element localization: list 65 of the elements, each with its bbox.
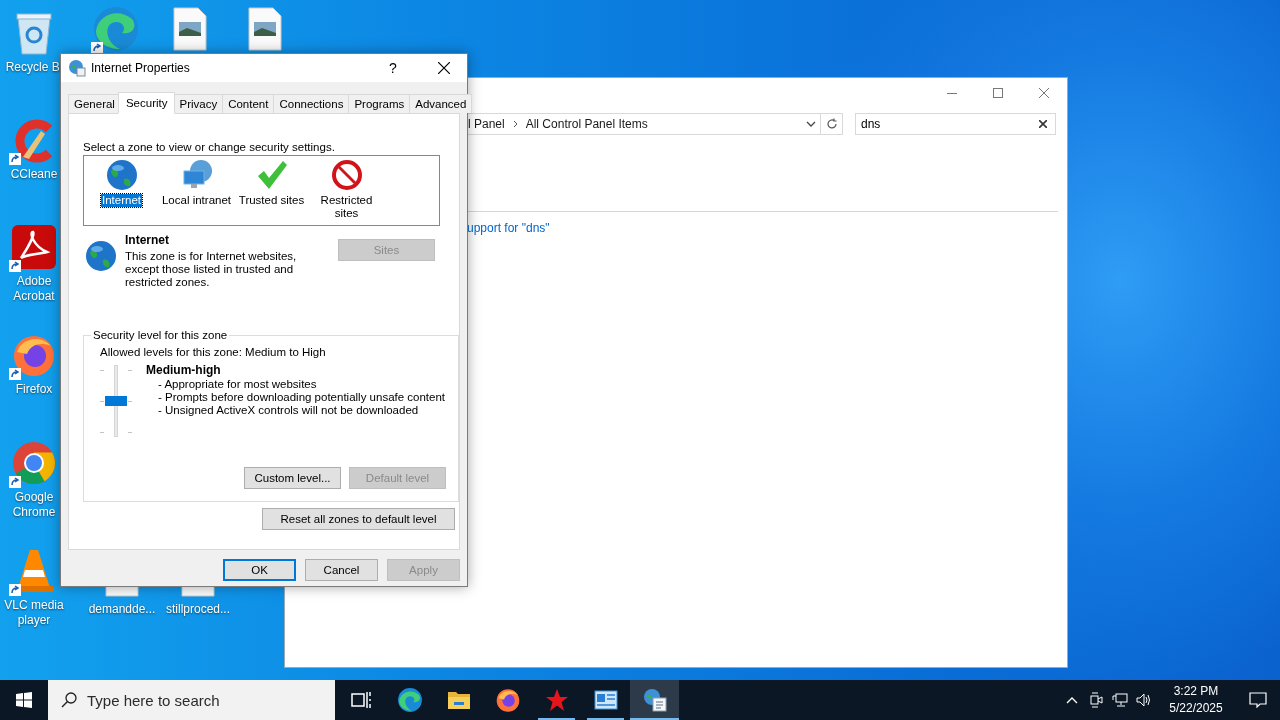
level-description: - Unsigned ActiveX controls will not be downloaded [157, 404, 420, 417]
network-icon [1112, 693, 1128, 707]
desktop-icon-label[interactable]: Recycle Bi [5, 60, 63, 75]
refresh-icon [825, 118, 838, 130]
tab[interactable]: General [68, 94, 121, 113]
tab[interactable]: Advanced [409, 94, 473, 113]
level-description: - Appropriate for most websites [157, 378, 318, 391]
zone-item[interactable]: Trusted sites [237, 194, 306, 207]
help-button[interactable]: ? [370, 54, 416, 82]
level-description: - Prompts before downloading potentially unsafe content [157, 391, 446, 404]
level-name: Medium-high [146, 363, 222, 378]
globe-monitor-icon [180, 159, 213, 191]
window-title: Internet Properties [91, 61, 191, 75]
clock[interactable]: 3:22 PM 5/22/2025 [1156, 683, 1236, 717]
tab[interactable]: Programs [348, 94, 411, 113]
no-entry-icon [330, 159, 363, 191]
chevron-right-icon [512, 120, 518, 128]
edge-icon [396, 687, 423, 713]
volume-icon [1136, 693, 1152, 707]
zone-description: This zone is for Internet websites, except those listed in trusted and restricted zones. [125, 250, 298, 289]
firefox-icon [494, 687, 521, 713]
folder-icon [446, 689, 471, 711]
star-icon [544, 688, 569, 712]
search-help-link[interactable]: upport for "dns" [467, 221, 1067, 235]
chevron-up-icon [1066, 696, 1078, 704]
allowed-levels-text: Allowed levels for this zone: Medium to High [100, 345, 327, 359]
tab[interactable]: Security [117, 92, 176, 114]
reset-zones-button[interactable]: Reset all zones to default level [262, 508, 455, 530]
acrobat-icon [11, 224, 57, 270]
security-level-slider[interactable] [100, 365, 132, 437]
search-field[interactable]: dns [855, 113, 1056, 135]
refresh-button[interactable] [821, 113, 843, 135]
zone-item[interactable]: Restricted sites [310, 194, 383, 220]
globe-icon [85, 240, 117, 272]
control-panel-icon [593, 690, 618, 710]
search-icon [61, 692, 77, 708]
windows-logo-icon [16, 692, 32, 708]
tab[interactable]: Privacy [173, 94, 224, 113]
zone-item[interactable]: Internet [101, 194, 142, 207]
address-bar[interactable]: l Panel All Control Panel Items [468, 113, 821, 135]
dialog-button[interactable]: OK [223, 559, 296, 581]
minimize-icon [947, 92, 957, 94]
dialog-button[interactable]: Cancel [305, 559, 378, 581]
globe-settings-icon [68, 59, 86, 77]
close-icon [438, 62, 450, 74]
camera-icon [1089, 692, 1103, 708]
maximize-icon [993, 88, 1003, 98]
task-view-icon [350, 691, 371, 709]
close-icon [1039, 88, 1049, 98]
zone-title: Internet [125, 233, 170, 247]
zone-prompt: Select a zone to view or change security settings. [83, 140, 336, 154]
chrome-icon [11, 440, 57, 486]
notifications-icon [1249, 692, 1267, 708]
taskbar-app-button[interactable] [630, 680, 679, 720]
clear-icon [1039, 120, 1047, 128]
globe-document-icon [641, 687, 668, 713]
zone-item[interactable]: Local intranet [160, 194, 232, 207]
taskbar-search-field[interactable]: Type here to search [48, 680, 335, 720]
dropdown-caret-icon [806, 121, 816, 127]
slider-thumb[interactable] [105, 396, 127, 406]
level-button[interactable]: Custom level... [244, 467, 341, 489]
checkmark-icon [255, 159, 288, 191]
group-legend: Security level for this zone [91, 329, 230, 341]
globe-icon [105, 159, 138, 191]
edge-icon [92, 5, 140, 53]
